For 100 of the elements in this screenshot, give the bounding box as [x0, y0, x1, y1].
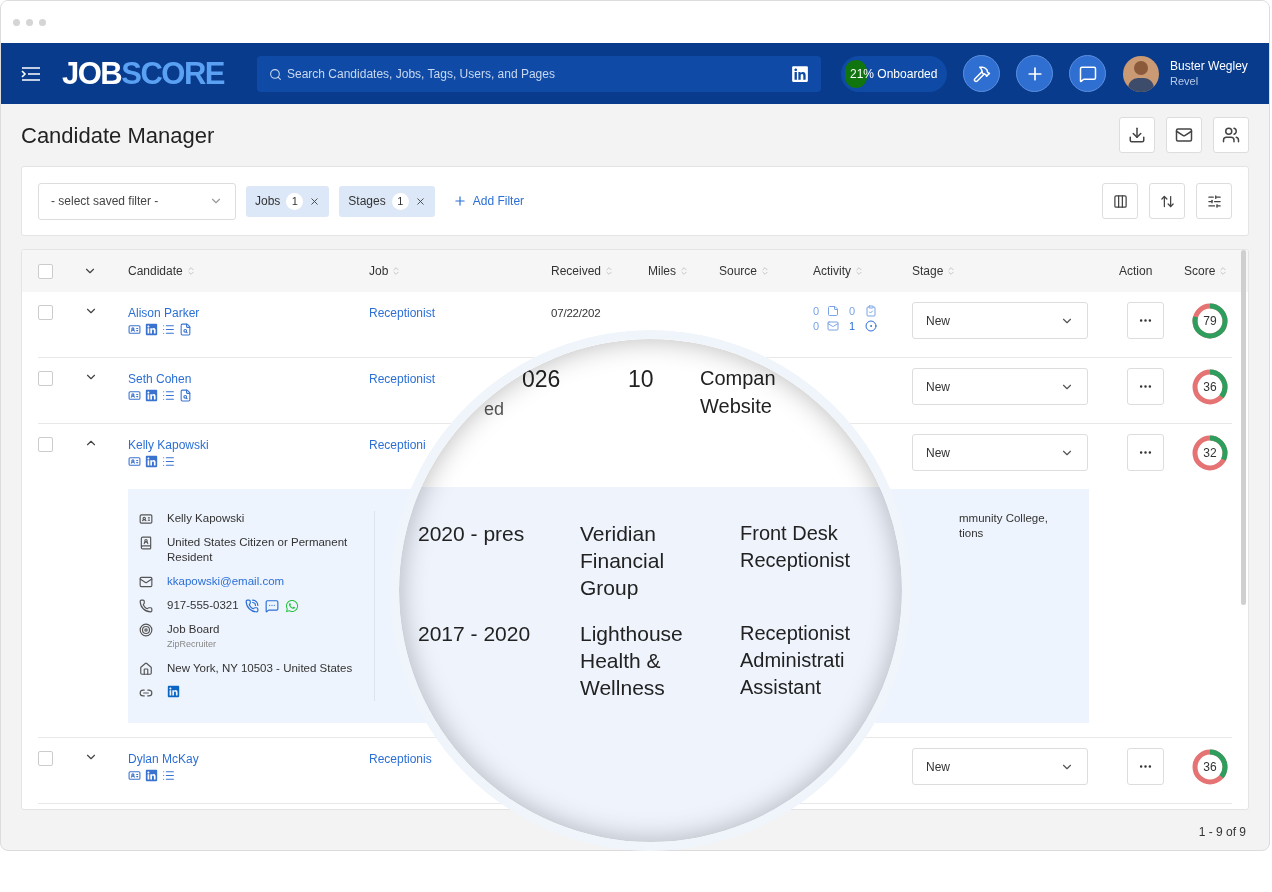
- job-link[interactable]: Receptionis: [369, 750, 432, 768]
- file-search-icon[interactable]: [179, 389, 192, 402]
- job-link[interactable]: Receptioni: [369, 436, 426, 454]
- sort-icon: [391, 266, 402, 276]
- candidate-name[interactable]: Alison Parker: [128, 304, 200, 322]
- call-icon[interactable]: [244, 598, 259, 613]
- linkedin-icon[interactable]: [167, 685, 180, 698]
- sort-icon: [854, 266, 864, 276]
- sms-icon[interactable]: [264, 598, 279, 613]
- received-date: 07/22/202: [551, 307, 601, 319]
- list-icon[interactable]: [162, 769, 175, 782]
- linkedin-icon[interactable]: [145, 769, 158, 782]
- chip-count: 1: [391, 192, 409, 210]
- list-icon[interactable]: [162, 389, 175, 402]
- linkedin-icon[interactable]: [145, 389, 158, 402]
- id-card-icon: [139, 512, 153, 526]
- stage-select[interactable]: New: [912, 368, 1088, 405]
- tasks-count: 0: [849, 304, 857, 318]
- page-title: Candidate Manager: [21, 121, 215, 150]
- chat-button[interactable]: [1069, 55, 1106, 92]
- magnified-miles: 10: [628, 365, 654, 394]
- row-checkbox[interactable]: [38, 751, 53, 766]
- column-header[interactable]: Candidate: [128, 262, 196, 280]
- mail-icon: [1175, 126, 1193, 144]
- sort-icon: [760, 266, 771, 276]
- source-detail: ZipRecruiter: [167, 638, 217, 651]
- column-header[interactable]: Job: [369, 262, 402, 280]
- note-icon[interactable]: [827, 305, 839, 317]
- email-button[interactable]: [1166, 117, 1202, 153]
- people-button[interactable]: [1213, 117, 1249, 153]
- add-button[interactable]: [1016, 55, 1053, 92]
- resume-icon[interactable]: [128, 769, 141, 782]
- hammer-icon: [972, 64, 991, 83]
- user-company: Revel: [1170, 73, 1200, 89]
- sliders-icon: [1206, 193, 1222, 209]
- job-link[interactable]: Receptionist: [369, 370, 436, 388]
- column-header[interactable]: Activity: [813, 262, 864, 280]
- column-header[interactable]: Score: [1184, 262, 1229, 280]
- download-button[interactable]: [1119, 117, 1155, 153]
- row-checkbox[interactable]: [38, 371, 53, 386]
- events-count: 1: [849, 319, 857, 333]
- resume-icon[interactable]: [128, 455, 141, 468]
- phone-icon: [139, 599, 153, 613]
- file-search-icon[interactable]: [179, 323, 192, 336]
- filter-chip[interactable]: Jobs 1: [246, 185, 330, 217]
- select-all-checkbox[interactable]: [38, 263, 53, 279]
- avatar[interactable]: [1123, 55, 1159, 92]
- experience-years: 2017 - 2020: [418, 621, 532, 647]
- experience-company: Lighthouse Health & Wellness: [580, 621, 684, 701]
- resume-icon[interactable]: [128, 389, 141, 402]
- column-header[interactable]: Stage: [912, 262, 957, 280]
- remove-icon[interactable]: [309, 195, 321, 207]
- user-name: Buster Wegley: [1170, 58, 1248, 74]
- scrollbar[interactable]: [1241, 250, 1246, 605]
- column-header[interactable]: Received: [551, 262, 615, 280]
- row-checkbox[interactable]: [38, 305, 53, 320]
- pagination-text: 1 - 9 of 9: [1198, 824, 1246, 841]
- remove-icon[interactable]: [414, 195, 426, 207]
- column-header: Action: [1119, 263, 1153, 280]
- sort-icon: [679, 266, 689, 276]
- linkedin-icon[interactable]: [791, 64, 809, 83]
- add-filter-button[interactable]: Add Filter: [452, 192, 525, 210]
- column-header[interactable]: Source: [719, 262, 771, 280]
- logo[interactable]: JOBSCORE: [62, 58, 224, 89]
- hammer-button[interactable]: [963, 55, 1000, 92]
- filter-chip[interactable]: Stages 1: [339, 185, 435, 217]
- passport-icon: [139, 536, 153, 550]
- settings-button[interactable]: [1196, 183, 1232, 219]
- menu-icon[interactable]: [21, 65, 41, 82]
- stage-select[interactable]: New: [912, 434, 1088, 471]
- experience-title: Receptionist Administrati Assistant: [740, 621, 852, 700]
- stage-select[interactable]: New: [912, 302, 1088, 339]
- list-icon[interactable]: [162, 323, 175, 336]
- detail-text: New York, NY 10503 - United States: [167, 662, 353, 674]
- row-checkbox[interactable]: [38, 437, 53, 452]
- magnified-source: Compan Website: [700, 366, 777, 419]
- search-icon: [269, 67, 282, 81]
- saved-filter-select[interactable]: - select saved filter -: [38, 182, 236, 220]
- job-link[interactable]: Receptionist: [369, 304, 436, 322]
- sort-icon: [185, 266, 196, 276]
- column-header[interactable]: Miles: [648, 262, 689, 280]
- sort-icon: [1218, 266, 1229, 276]
- list-icon[interactable]: [162, 455, 175, 468]
- sort-button[interactable]: [1149, 183, 1185, 219]
- search-field[interactable]: Search Candidates, Jobs, Tags, Users, and Pages: [257, 55, 821, 92]
- email-link[interactable]: kkapowski@email.com: [167, 575, 285, 587]
- candidate-name[interactable]: Kelly Kapowski: [128, 436, 209, 454]
- linkedin-icon[interactable]: [145, 455, 158, 468]
- sort-icon: [946, 266, 957, 276]
- linkedin-icon[interactable]: [145, 323, 158, 336]
- candidate-name[interactable]: Dylan McKay: [128, 750, 199, 768]
- target-icon[interactable]: [865, 320, 877, 332]
- resume-icon[interactable]: [128, 323, 141, 336]
- stage-select[interactable]: New: [912, 748, 1088, 785]
- people-icon: [1222, 126, 1240, 144]
- clipboard-icon[interactable]: [865, 305, 877, 317]
- sort-icon: [604, 266, 615, 276]
- candidate-name[interactable]: Seth Cohen: [128, 370, 192, 388]
- experience-title: Front Desk Receptionist: [740, 521, 852, 573]
- columns-button[interactable]: [1102, 183, 1138, 219]
